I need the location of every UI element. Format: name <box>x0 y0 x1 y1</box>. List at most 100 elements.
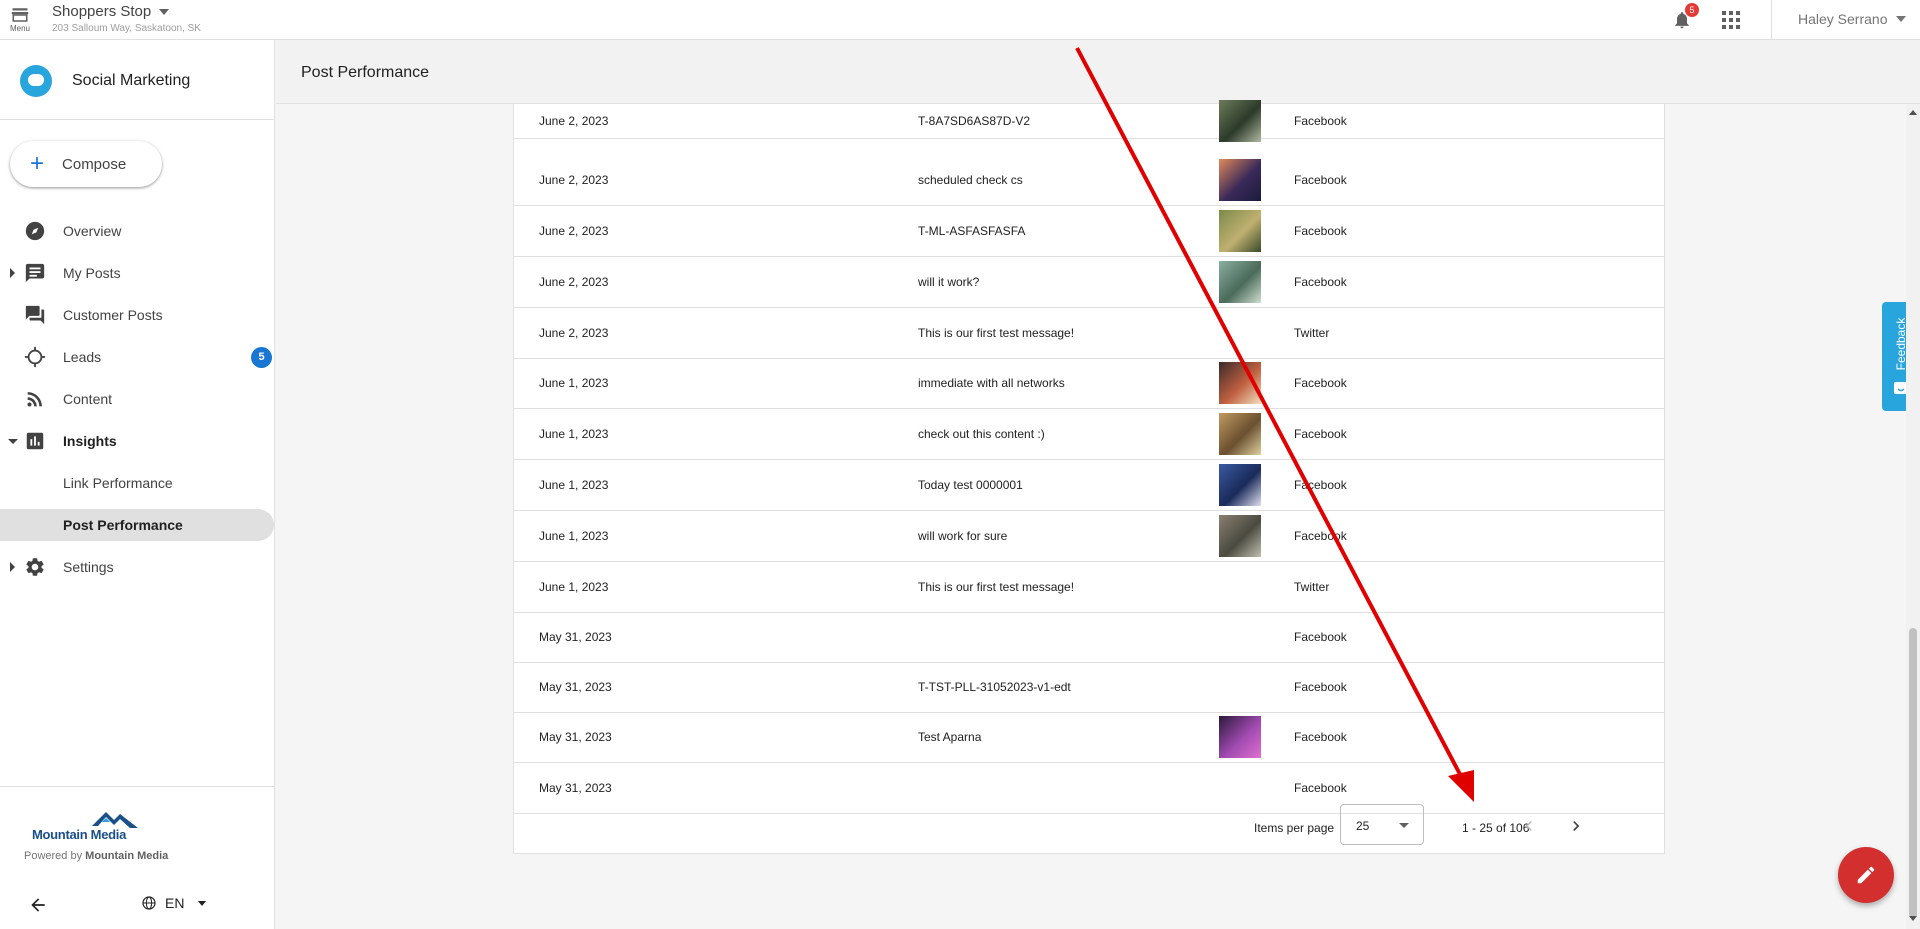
compose-label: Compose <box>62 155 127 173</box>
apps-grid-icon[interactable] <box>1722 11 1740 29</box>
page-header: Post Performance <box>276 40 1920 104</box>
post-message: Test Aparna <box>918 730 982 744</box>
pencil-icon <box>1857 866 1875 884</box>
post-network: Twitter <box>1294 326 1330 340</box>
post-network: Facebook <box>1294 730 1347 744</box>
sidebar-item-content[interactable]: Content <box>0 383 275 415</box>
sidebar-item-customer-posts[interactable]: Customer Posts <box>0 299 275 331</box>
post-thumbnail[interactable] <box>1219 515 1261 557</box>
sidebar: Social Marketing + Compose Overview My P… <box>0 40 275 929</box>
table-row[interactable]: May 31, 2023 T-TST-PLL-31052023-v1-edt Fac… <box>514 662 1664 713</box>
sidebar-item-label: Content <box>63 391 113 407</box>
collapse-arrow-icon[interactable] <box>8 438 18 444</box>
post-network: Facebook <box>1294 224 1347 238</box>
post-message: scheduled check cs <box>918 173 1023 187</box>
post-date: May 31, 2023 <box>539 781 612 795</box>
gear-icon <box>24 556 46 578</box>
table-row[interactable]: June 1, 2023 will work for sure Facebook <box>514 511 1664 562</box>
scrollbar[interactable] <box>1906 104 1920 929</box>
table-row[interactable]: June 1, 2023 immediate with all networks F… <box>514 358 1664 409</box>
menu-button[interactable]: Menu <box>0 0 40 40</box>
post-performance-table: June 2, 2023 T-8A7SD6AS87D-V2 Facebook June… <box>513 100 1665 854</box>
scrollbar-thumb[interactable] <box>1909 628 1917 918</box>
back-arrow-icon[interactable] <box>28 895 48 915</box>
language-selector[interactable]: EN <box>141 895 207 911</box>
sidebar-item-post-performance[interactable]: Post Performance <box>0 509 274 541</box>
divider <box>1771 0 1772 40</box>
page-title: Post Performance <box>301 64 430 81</box>
brand: Social Marketing <box>20 65 190 97</box>
sidebar-item-label: Insights <box>63 433 117 449</box>
table-row[interactable]: May 31, 2023 Facebook <box>514 612 1664 663</box>
post-thumbnail[interactable] <box>1219 464 1261 506</box>
post-date: June 2, 2023 <box>539 326 609 340</box>
table-row[interactable]: June 2, 2023 T-8A7SD6AS87D-V2 Facebook <box>514 100 1664 142</box>
sidebar-item-label: Leads <box>63 349 102 365</box>
sidebar-item-overview[interactable]: Overview <box>0 215 275 247</box>
post-date: May 31, 2023 <box>539 630 612 644</box>
post-thumbnail[interactable] <box>1219 159 1261 201</box>
table-row[interactable]: June 1, 2023 This is our first test messa… <box>514 562 1664 613</box>
post-network: Twitter <box>1294 580 1330 594</box>
globe-icon <box>142 896 156 910</box>
sidebar-item-insights[interactable]: Insights <box>0 425 275 457</box>
sidebar-item-leads[interactable]: Leads 5 <box>0 341 275 373</box>
table-row[interactable]: June 2, 2023 This is our first test messa… <box>514 308 1664 359</box>
post-date: June 1, 2023 <box>539 580 609 594</box>
compass-icon <box>24 220 46 242</box>
forum-icon <box>24 304 46 326</box>
user-menu[interactable]: Haley Serrano <box>1798 11 1906 27</box>
previous-page-icon[interactable] <box>1519 816 1539 836</box>
post-date: May 31, 2023 <box>539 730 612 744</box>
sidebar-item-label: Link Performance <box>63 475 173 491</box>
items-per-page-label: Items per page <box>1254 821 1335 835</box>
table-row[interactable]: June 2, 2023 scheduled check cs Facebook <box>514 155 1664 206</box>
edit-fab-button[interactable] <box>1838 847 1894 903</box>
items-per-page-select[interactable]: 25 <box>1340 804 1424 845</box>
post-network: Facebook <box>1294 427 1347 441</box>
expand-arrow-icon[interactable] <box>10 562 15 572</box>
post-network: Facebook <box>1294 173 1347 187</box>
store-selector[interactable]: Shoppers Stop <box>52 3 170 20</box>
sidebar-item-link-performance[interactable]: Link Performance <box>0 467 275 499</box>
store-icon <box>11 8 29 22</box>
post-message: check out this content :) <box>918 427 1045 441</box>
post-network: Facebook <box>1294 275 1347 289</box>
table-row[interactable]: May 31, 2023 Test Aparna Facebook <box>514 712 1664 763</box>
post-network: Facebook <box>1294 680 1347 694</box>
post-thumbnail[interactable] <box>1219 362 1261 404</box>
brand-title: Social Marketing <box>72 72 191 89</box>
sidebar-item-my-posts[interactable]: My Posts <box>0 257 275 289</box>
table-row[interactable]: June 2, 2023 will it work? Facebook <box>514 257 1664 308</box>
table-row[interactable]: June 1, 2023 Today test 0000001 Facebook <box>514 460 1664 511</box>
sidebar-item-settings[interactable]: Settings <box>0 551 275 583</box>
post-thumbnail[interactable] <box>1219 210 1261 252</box>
post-message: T-8A7SD6AS87D-V2 <box>918 114 1031 128</box>
menu-label: Menu <box>9 24 30 33</box>
post-message: immediate with all networks <box>918 376 1065 390</box>
post-date: June 2, 2023 <box>539 173 609 187</box>
language-code: EN <box>165 895 185 911</box>
compose-button[interactable]: + Compose <box>10 141 162 187</box>
powered-by: Powered by Mountain Media <box>24 850 169 862</box>
social-marketing-logo-icon <box>20 65 52 97</box>
post-thumbnail[interactable] <box>1219 100 1261 142</box>
table-row[interactable]: June 1, 2023 check out this content :) Fac… <box>514 409 1664 460</box>
chart-icon <box>24 430 46 452</box>
post-thumbnail[interactable] <box>1219 716 1261 758</box>
post-thumbnail[interactable] <box>1219 261 1261 303</box>
post-date: June 2, 2023 <box>539 275 609 289</box>
post-network: Facebook <box>1294 630 1347 644</box>
top-bar: Menu Shoppers Stop 203 Salloum Way, Sask… <box>0 0 1920 40</box>
post-message: T-ML-ASFASFASFA <box>918 224 1026 238</box>
scroll-down-icon[interactable] <box>1909 916 1917 921</box>
post-network: Facebook <box>1294 114 1347 128</box>
post-thumbnail[interactable] <box>1219 413 1261 455</box>
expand-arrow-icon[interactable] <box>10 268 15 278</box>
chevron-down-icon <box>198 900 207 906</box>
sidebar-item-label: Customer Posts <box>63 307 163 323</box>
next-page-icon[interactable] <box>1566 816 1586 836</box>
table-row[interactable]: June 2, 2023 T-ML-ASFASFASFA Facebook <box>514 206 1664 257</box>
scroll-up-icon[interactable] <box>1909 110 1917 115</box>
store-address: 203 Salloum Way, Saskatoon, SK <box>52 23 201 34</box>
